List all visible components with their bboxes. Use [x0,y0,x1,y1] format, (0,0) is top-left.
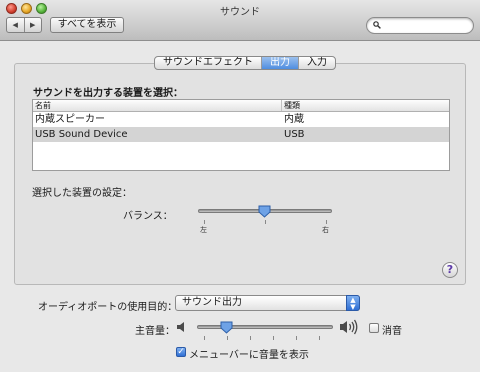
balance-tick [326,220,327,224]
column-header-type[interactable]: 種類 [282,100,300,111]
volume-tick [296,336,297,340]
popup-arrows-icon: ▲ ▼ [346,295,360,311]
navigation-buttons: ◀ ▶ [6,17,42,33]
help-button[interactable]: ? [442,262,458,278]
device-type: USB [284,129,305,140]
device-settings-heading: 選択した装置の設定： [32,188,132,199]
audio-port-value: サウンド出力 [182,297,242,308]
forward-button[interactable]: ▶ [23,18,42,32]
volume-tick [204,336,205,340]
mute-checkbox[interactable] [369,323,379,333]
table-header: 名前 種類 [33,100,449,112]
balance-slider-knob[interactable] [258,205,271,218]
show-volume-in-menubar-label: メニューバーに音量を表示 [189,350,309,361]
speaker-high-icon [340,319,358,335]
balance-right-label: 右 [322,226,329,234]
output-panel: サウンドを出力する装置を選択： 名前 種類 内蔵スピーカー 内蔵 USB Sou… [14,63,466,285]
table-row[interactable]: 内蔵スピーカー 内蔵 [33,112,449,127]
title-bar: サウンド ◀ ▶ すべてを表示 [0,0,480,41]
balance-left-label: 左 [200,226,207,234]
volume-slider-knob[interactable] [220,321,233,334]
audio-port-label: オーディオポートの使用目的： [38,302,178,313]
back-button[interactable]: ◀ [7,18,24,32]
mute-label: 消音 [382,326,402,337]
tab-control: サウンドエフェクト 出力 入力 [154,56,336,70]
device-name: 内蔵スピーカー [35,114,105,125]
balance-tick [265,220,266,224]
volume-tick [227,336,228,340]
show-all-button[interactable]: すべてを表示 [50,17,124,33]
device-type: 内蔵 [284,114,304,125]
device-name: USB Sound Device [35,129,128,140]
speaker-low-icon [177,322,184,332]
balance-label: バランス： [123,211,173,222]
tab-sound-effects[interactable]: サウンドエフェクト [155,57,261,69]
tab-output[interactable]: 出力 [261,57,298,69]
search-field[interactable] [366,17,474,34]
output-volume-label: 主音量： [135,326,175,337]
column-header-name[interactable]: 名前 [33,100,282,111]
output-device-heading: サウンドを出力する装置を選択： [33,88,183,99]
volume-tick [273,336,274,340]
volume-tick [319,336,320,340]
audio-port-popup[interactable]: サウンド出力 ▲ ▼ [175,295,360,311]
volume-slider-track[interactable] [197,325,333,329]
output-device-table: 名前 種類 内蔵スピーカー 内蔵 USB Sound Device USB [32,99,450,171]
window-title: サウンド [220,7,260,18]
search-icon [373,21,381,29]
sound-preferences-window: サウンド ◀ ▶ すべてを表示 サウンドエフェクト 出力 入力 サウンドを出力す… [0,0,480,372]
show-volume-in-menubar-checkbox[interactable]: ✓ [176,347,186,357]
tab-input[interactable]: 入力 [298,57,335,69]
volume-tick [250,336,251,340]
table-row[interactable]: USB Sound Device USB [33,127,449,142]
balance-tick [204,220,205,224]
